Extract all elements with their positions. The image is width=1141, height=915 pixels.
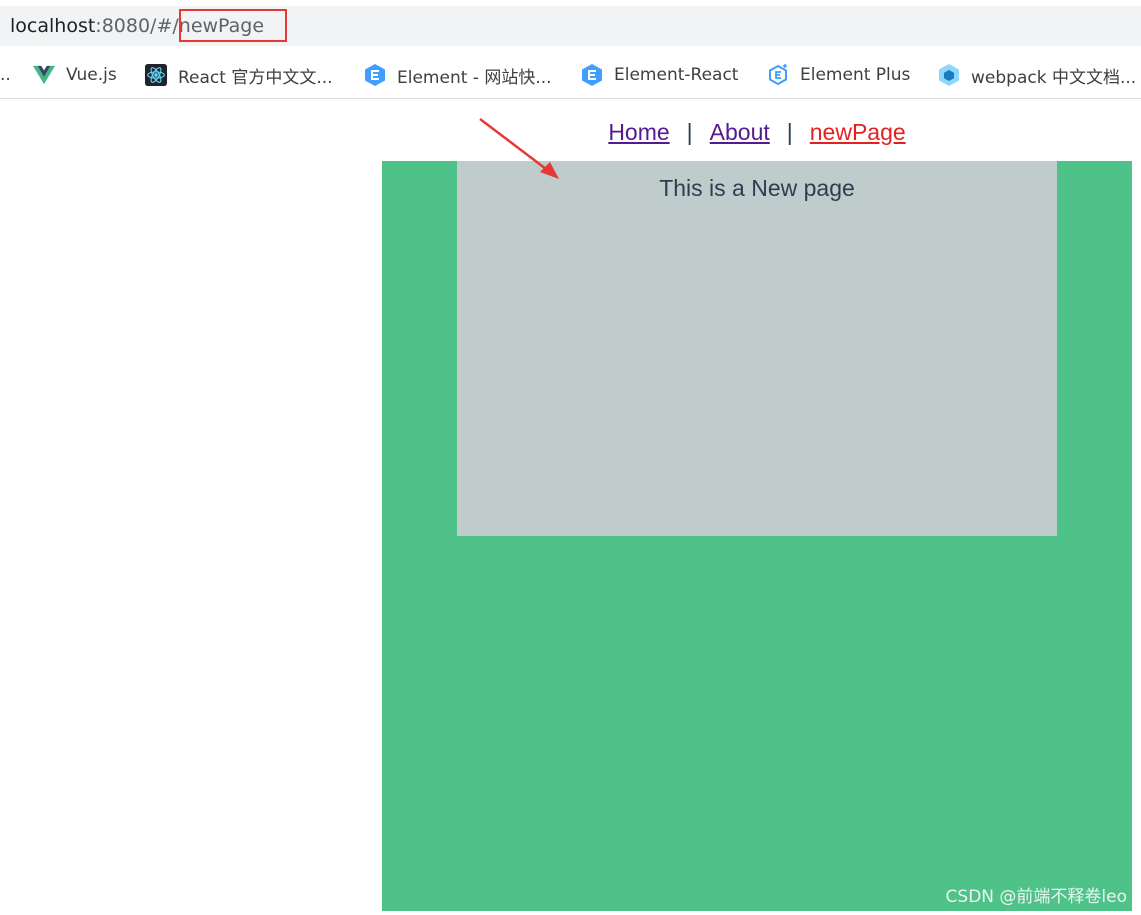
bookmark-element-react[interactable]: Element-React	[581, 52, 738, 98]
url-host: localhost	[10, 15, 96, 37]
url-text[interactable]: localhost:8080/#/newPage	[10, 6, 264, 46]
nav-link-about[interactable]: About	[710, 119, 770, 146]
nav-link-home[interactable]: Home	[608, 119, 669, 146]
vue-logo-icon	[33, 64, 55, 86]
bookmark-webpack[interactable]: webpack 中文文档...	[938, 52, 1136, 98]
bookmarks-overflow[interactable]: ..	[0, 52, 11, 98]
bookmark-element-plus[interactable]: Element Plus	[767, 52, 910, 98]
bookmark-label: webpack 中文文档...	[971, 67, 1137, 88]
webpack-logo-icon	[938, 64, 960, 86]
nav-separator: |	[686, 118, 693, 145]
bookmarks-bar: .. Vue.js React 官方中文文... Element - 网站快..…	[0, 52, 1141, 99]
bookmark-vue[interactable]: Vue.js	[33, 52, 117, 98]
url-path: :8080/#/newPage	[95, 15, 265, 37]
element-logo-icon	[581, 64, 603, 86]
bookmark-label: Vue.js	[66, 65, 117, 85]
red-arrow-annotation	[479, 118, 559, 179]
nav-link-newpage[interactable]: newPage	[810, 119, 906, 146]
bookmark-react[interactable]: React 官方中文文...	[145, 52, 333, 98]
bookmark-label: React 官方中文文...	[178, 67, 333, 88]
bookmark-label: Element Plus	[800, 65, 911, 85]
react-logo-icon	[145, 64, 167, 86]
bookmark-label: Element-React	[614, 65, 739, 85]
element-logo-icon	[364, 64, 386, 86]
bookmark-element[interactable]: Element - 网站快...	[364, 52, 552, 98]
nav-separator: |	[786, 118, 793, 145]
bookmark-label: Element - 网站快...	[397, 67, 552, 88]
screenshot-root: localhost:8080/#/newPage .. Vue.js React…	[0, 0, 1141, 915]
watermark: CSDN @前端不释卷leo	[945, 887, 1127, 907]
element-plus-logo-icon	[767, 64, 789, 86]
address-bar[interactable]: localhost:8080/#/newPage	[0, 6, 1141, 46]
app-container: This is a New page	[382, 161, 1132, 911]
new-page-panel: This is a New page	[457, 161, 1057, 536]
